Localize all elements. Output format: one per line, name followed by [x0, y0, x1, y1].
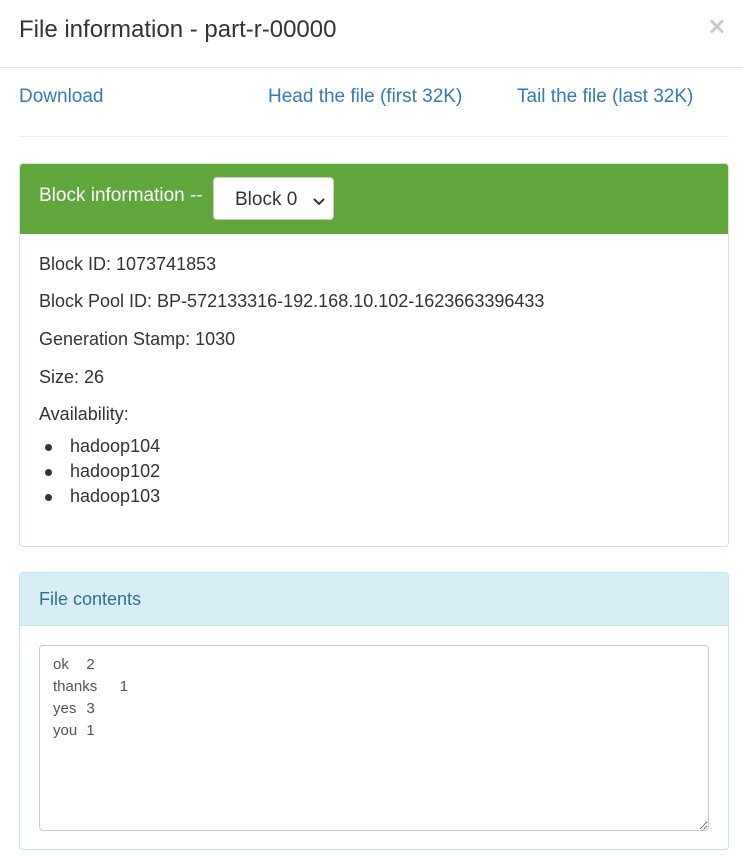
generation-stamp: Generation Stamp: 1030 [39, 329, 236, 349]
file-contents-textarea[interactable]: ok 2 thanks 1 yes 3 you 1 [39, 645, 709, 831]
file-actions: Download Head the file (first 32K) Tail … [19, 86, 729, 110]
availability-host: hadoop103 [70, 486, 161, 506]
block-info-heading: Block information -- Block 0 [20, 164, 728, 234]
modal-title: File information - part-r-00000 [19, 16, 337, 43]
block-select[interactable]: Block 0 [213, 177, 334, 220]
head-file-link[interactable]: Head the file (first 32K) [268, 86, 462, 108]
bullet-icon [45, 444, 52, 451]
block-info-title: Block information -- [39, 185, 203, 206]
block-info-panel: Block information -- Block 0 Block ID: 1… [19, 163, 729, 547]
file-contents-title: File contents [39, 589, 142, 609]
availability-host: hadoop102 [70, 461, 161, 481]
chevron-down-icon [313, 193, 325, 211]
tail-file-link[interactable]: Tail the file (last 32K) [517, 86, 693, 108]
availability-host: hadoop104 [70, 436, 161, 456]
list-item: hadoop103 [41, 484, 160, 509]
list-item: hadoop104 [41, 434, 160, 459]
file-contents-heading: File contents [20, 573, 728, 626]
bullet-icon [45, 469, 52, 476]
block-select-value: Block 0 [235, 189, 298, 210]
file-contents-panel: File contents ok 2 thanks 1 yes 3 you 1 [19, 572, 729, 850]
block-pool-id: Block Pool ID: BP-572133316-192.168.10.1… [39, 291, 545, 311]
close-button[interactable]: × [707, 14, 727, 38]
availability-list: hadoop104 hadoop102 hadoop103 [41, 434, 160, 509]
modal-header: File information - part-r-00000 × [0, 0, 743, 68]
block-id: Block ID: 1073741853 [39, 254, 217, 274]
availability-label: Availability: [39, 404, 129, 424]
file-info-modal: File information - part-r-00000 × Downlo… [0, 0, 743, 855]
bullet-icon [45, 494, 52, 501]
list-item: hadoop102 [41, 459, 160, 484]
download-link[interactable]: Download [19, 86, 104, 108]
block-size: Size: 26 [39, 367, 105, 387]
divider [19, 136, 729, 137]
